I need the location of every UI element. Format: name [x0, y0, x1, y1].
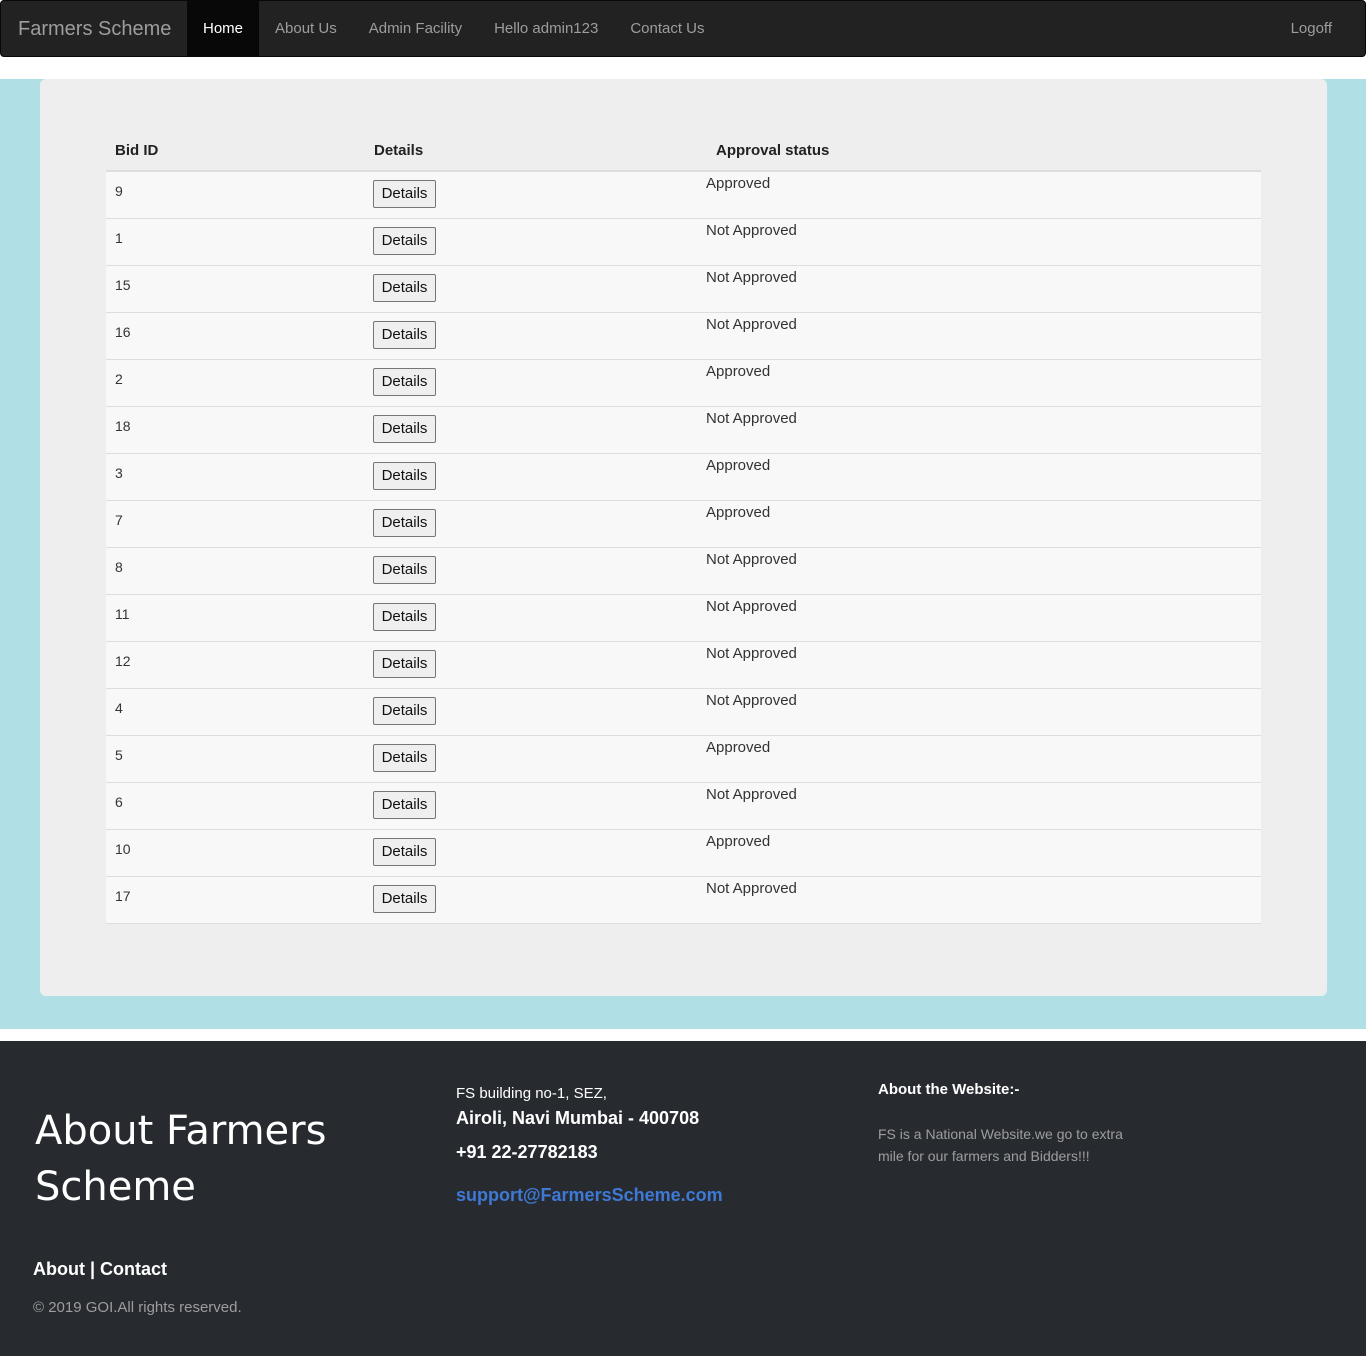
details-button[interactable]: Details — [373, 838, 436, 866]
main-section: Bid ID Details Approval status 9 Details A… — [0, 79, 1366, 1029]
nav-about-us[interactable]: About Us — [259, 1, 353, 57]
approval-status-cell: Not Approved — [706, 222, 797, 239]
approval-status-cell: Not Approved — [706, 880, 797, 897]
nav-user-greeting[interactable]: Hello admin123 — [478, 1, 614, 57]
header-bid-id: Bid ID — [115, 142, 159, 159]
table-row: 3 Details Approved — [106, 454, 1261, 501]
approval-status-cell: Not Approved — [706, 410, 797, 427]
table-row: 16 Details Not Approved — [106, 313, 1261, 360]
table-row: 4 Details Not Approved — [106, 689, 1261, 736]
table-body: 9 Details Approved 1 Details Not Approved 15 De… — [106, 172, 1261, 924]
bid-id-cell: 9 — [115, 183, 123, 199]
approval-status-cell: Not Approved — [706, 645, 797, 662]
bid-id-cell: 10 — [115, 841, 131, 857]
nav-menu: Home About Us Admin Facility Hello admin… — [187, 1, 721, 57]
bid-id-cell: 11 — [115, 606, 130, 622]
approval-status-cell: Approved — [706, 175, 771, 192]
email-link[interactable]: support@FarmersScheme.com — [456, 1185, 723, 1206]
bid-id-cell: 16 — [115, 324, 131, 340]
header-approval-status: Approval status — [716, 142, 830, 159]
details-button[interactable]: Details — [373, 227, 436, 255]
approval-status-cell: Not Approved — [706, 692, 797, 709]
address-line-2: Airoli, Navi Mumbai - 400708 — [456, 1108, 700, 1128]
details-button[interactable]: Details — [373, 791, 436, 819]
details-button[interactable]: Details — [373, 180, 436, 208]
bid-id-cell: 8 — [115, 559, 123, 575]
brand-link[interactable]: Farmers Scheme — [18, 17, 171, 41]
table-row: 6 Details Not Approved — [106, 783, 1261, 830]
details-button[interactable]: Details — [373, 509, 436, 537]
details-button[interactable]: Details — [373, 368, 436, 396]
details-button[interactable]: Details — [373, 885, 436, 913]
nav-contact-us[interactable]: Contact Us — [614, 1, 720, 57]
bid-id-cell: 4 — [115, 700, 123, 716]
details-button[interactable]: Details — [373, 321, 436, 349]
website-info-title: About the Website:- — [878, 1081, 1020, 1098]
details-button[interactable]: Details — [373, 650, 436, 678]
details-button[interactable]: Details — [373, 556, 436, 584]
table-row: 2 Details Approved — [106, 360, 1261, 407]
footer-about-title: About Farmers Scheme — [35, 1108, 327, 1210]
phone-number: +91 22-27782183 — [456, 1142, 598, 1162]
details-button[interactable]: Details — [373, 697, 436, 725]
approval-status-cell: Not Approved — [706, 316, 797, 333]
nav-admin-facility[interactable]: Admin Facility — [353, 1, 478, 57]
table-row: 12 Details Not Approved — [106, 642, 1261, 689]
bid-id-cell: 3 — [115, 465, 123, 481]
bid-id-cell: 1 — [115, 230, 123, 246]
header-details: Details — [374, 142, 424, 159]
website-info-text: FS is a National Website.we go to extra … — [878, 1126, 1123, 1164]
details-button[interactable]: Details — [373, 603, 436, 631]
approval-status-cell: Approved — [706, 739, 771, 756]
approval-status-cell: Not Approved — [706, 786, 797, 803]
table-row: 7 Details Approved — [106, 501, 1261, 548]
table-row: 11 Details Not Approved — [106, 595, 1261, 642]
table-row: 5 Details Approved — [106, 736, 1261, 783]
details-button[interactable]: Details — [373, 415, 436, 443]
top-navbar: Farmers Scheme Home About Us Admin Facil… — [0, 0, 1366, 57]
bid-id-cell: 12 — [115, 653, 131, 669]
approval-status-cell: Approved — [706, 504, 771, 521]
table-row: 15 Details Not Approved — [106, 266, 1261, 313]
approval-status-cell: Not Approved — [706, 551, 797, 568]
table-row: 18 Details Not Approved — [106, 407, 1261, 454]
logoff-link[interactable]: Logoff — [1291, 1, 1332, 57]
table-row: 1 Details Not Approved — [106, 219, 1261, 266]
content-panel: Bid ID Details Approval status 9 Details A… — [40, 79, 1327, 996]
approval-status-cell: Approved — [706, 363, 771, 380]
table-row: 10 Details Approved — [106, 830, 1261, 877]
bid-id-cell: 2 — [115, 371, 123, 387]
copyright-text: © 2019 GOI.All rights reserved. — [33, 1299, 242, 1316]
bid-id-cell: 17 — [115, 888, 131, 904]
nav-home[interactable]: Home — [187, 1, 260, 57]
table-row: 17 Details Not Approved — [106, 877, 1261, 924]
address-line-1: FS building no-1, SEZ, — [456, 1085, 607, 1102]
table-row: 9 Details Approved — [106, 172, 1261, 219]
bid-id-cell: 15 — [115, 277, 131, 293]
details-button[interactable]: Details — [373, 462, 436, 490]
approval-status-cell: Approved — [706, 833, 771, 850]
bid-id-cell: 18 — [115, 418, 131, 434]
approval-status-cell: Not Approved — [706, 269, 797, 286]
bid-id-cell: 6 — [115, 794, 123, 810]
table-header: Bid ID Details Approval status — [106, 135, 1261, 172]
details-button[interactable]: Details — [373, 274, 436, 302]
bid-id-cell: 7 — [115, 512, 123, 528]
bid-id-cell: 5 — [115, 747, 123, 763]
approval-status-cell: Approved — [706, 457, 771, 474]
bids-table: Bid ID Details Approval status 9 Details A… — [106, 135, 1261, 924]
footer-links[interactable]: About | Contact — [33, 1259, 167, 1280]
approval-status-cell: Not Approved — [706, 598, 797, 615]
table-row: 8 Details Not Approved — [106, 548, 1261, 595]
footer: About Farmers Scheme About | Contact © 2… — [0, 1041, 1366, 1356]
details-button[interactable]: Details — [373, 744, 436, 772]
